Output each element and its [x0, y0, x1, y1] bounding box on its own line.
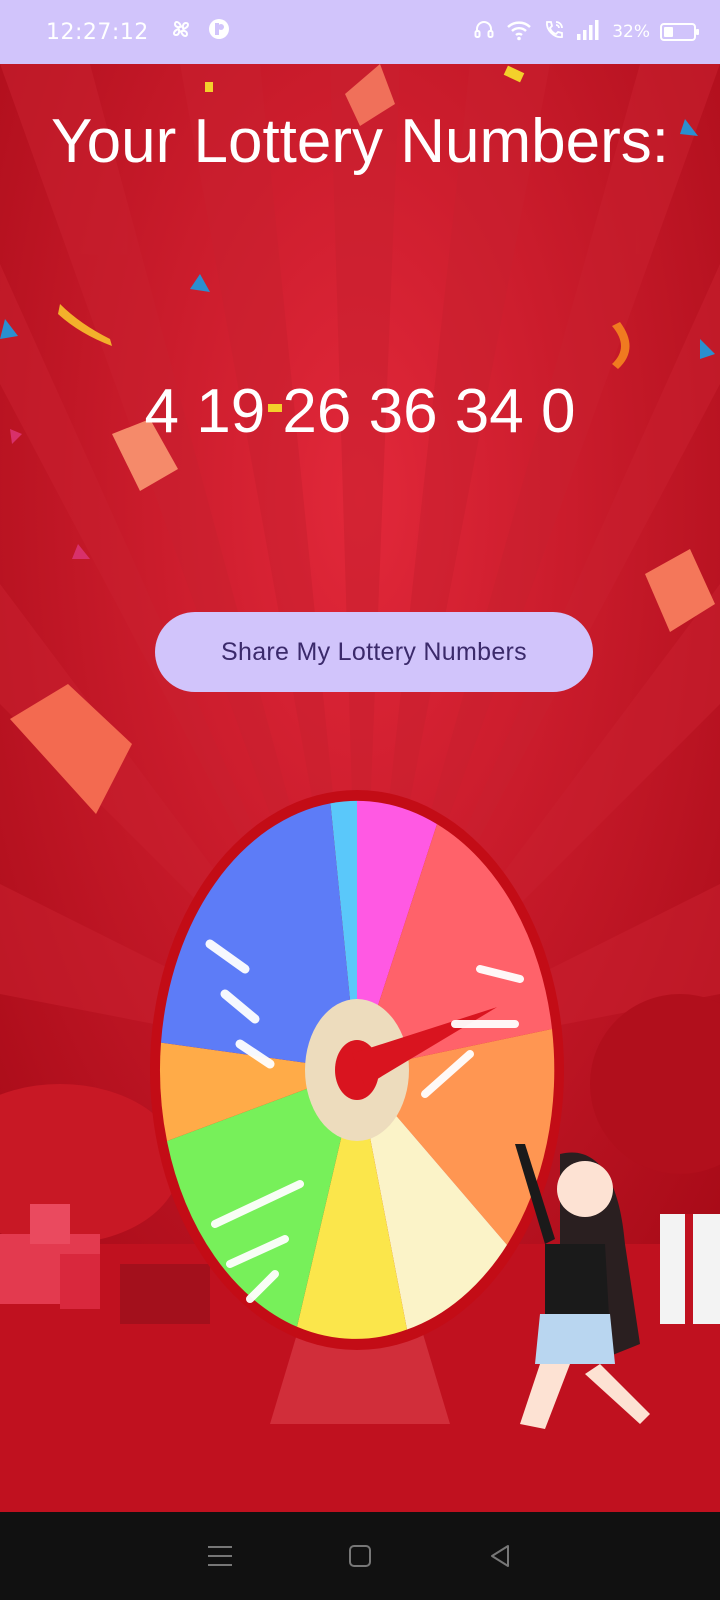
app-notification-icon: [207, 17, 231, 47]
prize-wheel: [150, 790, 564, 1350]
home-icon[interactable]: [340, 1536, 380, 1576]
status-time: 12:27:12: [46, 19, 149, 45]
share-lottery-numbers-button[interactable]: Share My Lottery Numbers: [155, 612, 593, 692]
back-icon[interactable]: [480, 1536, 520, 1576]
battery-fill: [664, 27, 673, 37]
fan-icon: [169, 17, 193, 47]
status-bar: 12:27:12 32%: [0, 0, 720, 64]
battery-percent: 32%: [612, 22, 650, 42]
status-left-icons: [169, 17, 231, 47]
system-navigation-bar: [0, 1512, 720, 1600]
status-right-icons: 32%: [472, 18, 699, 47]
signal-icon: [576, 19, 602, 46]
headset-icon: [472, 18, 496, 47]
page-title: Your Lottery Numbers:: [50, 107, 669, 176]
menu-icon[interactable]: [200, 1536, 240, 1576]
lottery-numbers: 4 19 26 36 34 0: [144, 377, 576, 446]
wifi-icon: [506, 19, 532, 46]
battery-icon: [660, 23, 699, 41]
background-art: [0, 64, 720, 1512]
wifi-call-icon: [542, 18, 566, 47]
lottery-screen: Your Lottery Numbers: 4 19 26 36 34 0 Sh…: [0, 64, 720, 1512]
